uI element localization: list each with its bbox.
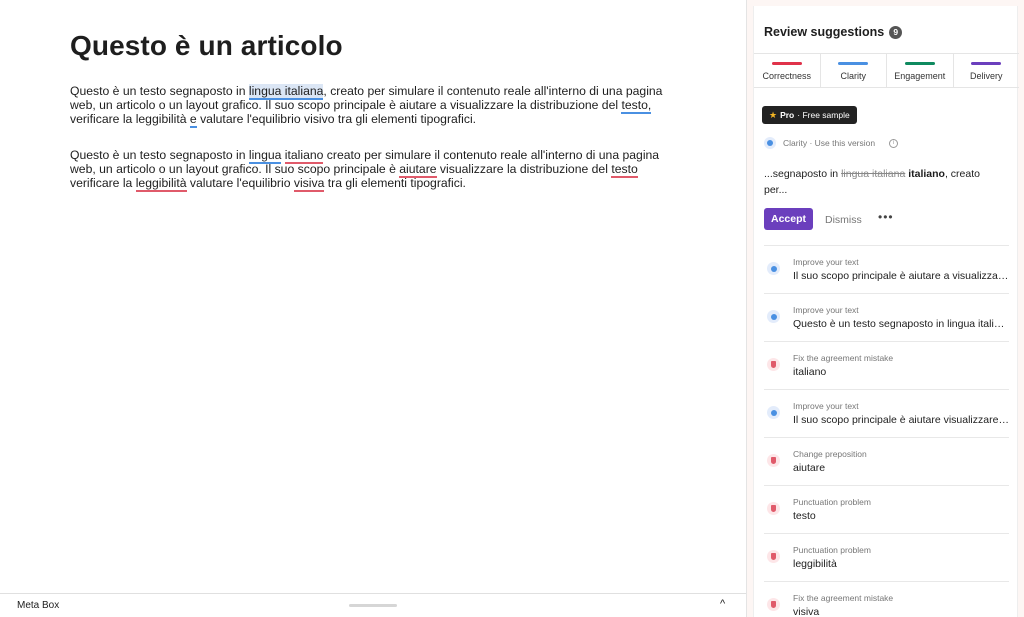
accept-button[interactable]: Accept xyxy=(764,208,813,230)
meta-box-bar[interactable]: Meta Box ^ xyxy=(0,593,746,617)
clarity-icon xyxy=(767,406,780,419)
suggestion-text: Questo è un testo segnaposto in lingua i… xyxy=(793,318,1009,330)
more-options-icon[interactable]: ••• xyxy=(878,210,894,224)
editor-content: Questo è un articolo Questo è un testo s… xyxy=(70,30,680,212)
suggestion-kind: Punctuation problem xyxy=(793,545,871,555)
removed-text: lingua italiana xyxy=(841,168,906,180)
suggestion-item[interactable]: Change preposition aiutare xyxy=(764,437,1009,485)
suggestion-kind: Fix the agreement mistake xyxy=(793,353,894,363)
suggestion-text: italiano xyxy=(793,366,827,378)
suggestion-item[interactable]: Improve your text Il suo scopo principal… xyxy=(764,389,1009,437)
clarity-suggestion-header: Clarity · Use this version i xyxy=(764,137,899,149)
dismiss-button[interactable]: Dismiss xyxy=(825,214,862,226)
paragraph-1[interactable]: Questo è un testo segnaposto in lingua i… xyxy=(70,84,680,128)
suggestion-count-badge: 9 xyxy=(889,25,903,39)
tab-label: Clarity xyxy=(840,71,866,81)
meta-box-label: Meta Box xyxy=(17,600,60,611)
clarity-icon xyxy=(767,262,780,275)
suggestion-item[interactable]: Punctuation problem testo xyxy=(764,485,1009,533)
issue-testo[interactable]: testo, xyxy=(621,98,652,114)
suggestion-kind: Fix the agreement mistake xyxy=(793,593,894,603)
inserted-text: italiano xyxy=(908,168,945,180)
text-run: verificare la xyxy=(70,176,136,190)
suggestion-preview: ...segnaposto in lingua italiana italian… xyxy=(764,166,1004,198)
resize-handle[interactable] xyxy=(349,604,397,607)
correctness-icon xyxy=(767,454,780,467)
correctness-icon xyxy=(767,550,780,563)
tab-label: Correctness xyxy=(762,71,811,81)
preview-text: ...segnaposto in xyxy=(764,168,842,180)
suggestion-item[interactable]: Punctuation problem leggibilità xyxy=(764,533,1009,581)
panel-title: Review suggestions xyxy=(764,25,885,39)
free-sample-label: · Free sample xyxy=(797,110,850,120)
text-run: visualizzare la distribuzione del xyxy=(436,162,612,176)
suggestion-text: leggibilità xyxy=(793,558,837,570)
category-color-bar xyxy=(771,62,802,65)
post-title[interactable]: Questo è un articolo xyxy=(70,30,680,62)
suggestion-item[interactable]: Fix the agreement mistake italiano xyxy=(764,341,1009,389)
suggestion-item[interactable]: Improve your text Questo è un testo segn… xyxy=(764,293,1009,341)
text-run: tra gli elementi tipografici. xyxy=(324,176,466,190)
clarity-label: Clarity · Use this version xyxy=(783,138,876,148)
tab-label: Delivery xyxy=(969,71,1003,81)
suggestion-kind: Improve your text xyxy=(793,257,859,267)
pro-free-sample-badge: ★ Pro · Free sample xyxy=(762,106,857,124)
category-tabs: Correctness Clarity Engagement Delivery xyxy=(754,53,1019,88)
suggestion-kind: Change preposition xyxy=(793,449,867,459)
category-color-bar xyxy=(971,62,1002,65)
pro-label: Pro xyxy=(780,110,795,120)
paragraph-2[interactable]: Questo è un testo segnaposto in lingua i… xyxy=(70,148,680,192)
tab-label: Engagement xyxy=(894,71,946,81)
clarity-icon xyxy=(767,310,780,323)
editor-canvas[interactable]: Questo è un articolo Questo è un testo s… xyxy=(0,0,746,617)
tab-correctness[interactable]: Correctness xyxy=(754,54,821,87)
app-window: Questo è un articolo Questo è un testo s… xyxy=(0,0,1024,617)
text-run: verificare la leggibilità xyxy=(70,112,190,126)
issue-leggibilita[interactable]: leggibilità xyxy=(135,176,187,192)
review-panel-card: Review suggestions 9 Correctness Clarity… xyxy=(753,6,1019,617)
issue-e[interactable]: e xyxy=(189,112,197,128)
suggestion-kind: Improve your text xyxy=(793,401,859,411)
suggestion-text: Il suo scopo principale è aiutare a visu… xyxy=(793,270,1009,282)
tab-engagement[interactable]: Engagement xyxy=(887,54,954,87)
category-color-bar xyxy=(838,62,869,65)
tab-delivery[interactable]: Delivery xyxy=(954,54,1020,87)
suggestion-kind: Improve your text xyxy=(793,305,859,315)
info-icon[interactable]: i xyxy=(889,138,899,148)
text-run: valutare l'equilibrio visivo tra gli ele… xyxy=(196,112,477,126)
suggestion-text: aiutare xyxy=(793,462,826,474)
review-panel: Review suggestions 9 Correctness Clarity… xyxy=(747,0,1024,617)
clarity-icon xyxy=(764,137,776,149)
category-color-bar xyxy=(904,62,935,65)
issue-testo-2[interactable]: testo xyxy=(611,162,638,178)
correctness-icon xyxy=(767,598,780,611)
star-icon: ★ xyxy=(769,109,778,120)
panel-header: Review suggestions 9 xyxy=(764,25,903,39)
suggestion-text: testo xyxy=(793,510,816,522)
chevron-up-icon[interactable]: ^ xyxy=(720,598,725,610)
correctness-icon xyxy=(767,502,780,515)
text-run: Questo è un testo segnaposto in xyxy=(70,148,249,162)
suggestion-text: visiva xyxy=(793,606,820,617)
text-run: valutare l'equilibrio xyxy=(186,176,294,190)
suggestion-item[interactable]: Fix the agreement mistake visiva xyxy=(764,581,1009,617)
text-run: Questo è un testo segnaposto in xyxy=(70,84,249,98)
correctness-icon xyxy=(767,358,780,371)
suggestion-text: Il suo scopo principale è aiutare visual… xyxy=(793,414,1009,426)
suggestion-kind: Punctuation problem xyxy=(793,497,871,507)
suggestion-item[interactable]: Improve your text Il suo scopo principal… xyxy=(764,245,1009,293)
issue-visiva[interactable]: visiva xyxy=(293,176,325,192)
tab-clarity[interactable]: Clarity xyxy=(821,54,887,87)
suggestion-list: Improve your text Il suo scopo principal… xyxy=(764,245,1009,617)
